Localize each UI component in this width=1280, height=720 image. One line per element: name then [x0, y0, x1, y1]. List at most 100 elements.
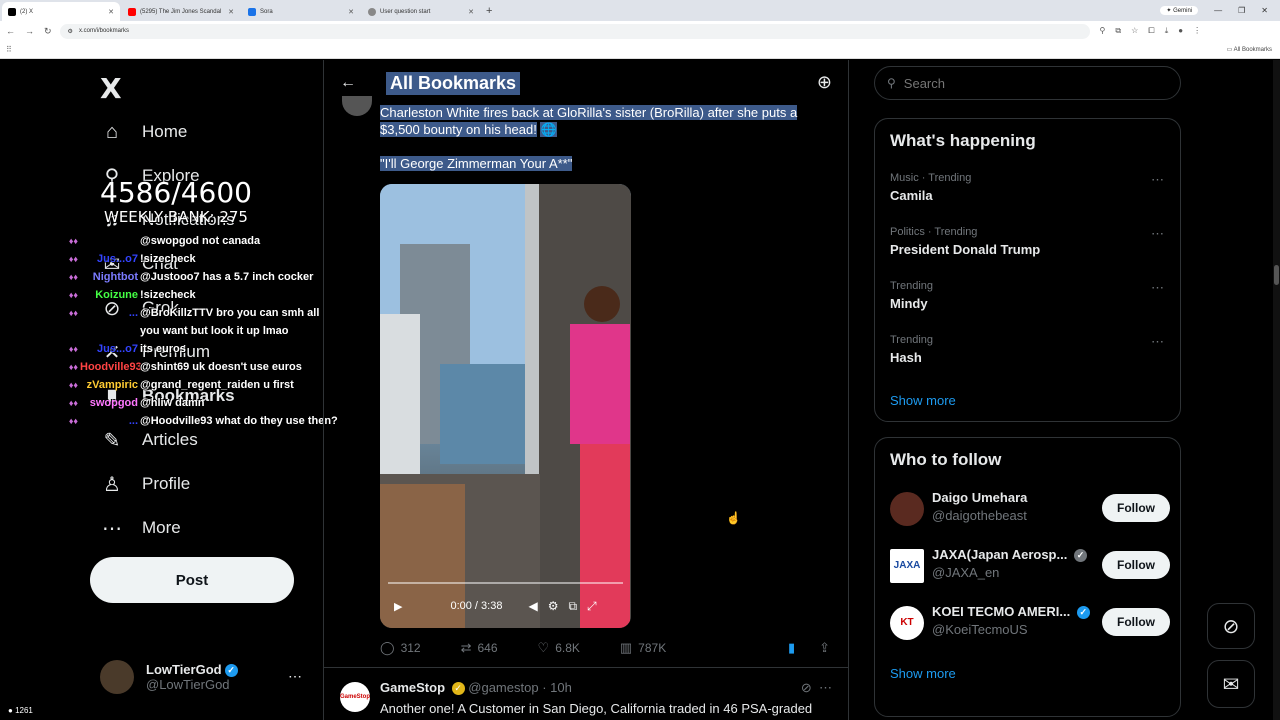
sidebar-item-articles[interactable]: ✎ Articles — [100, 428, 198, 452]
install-icon[interactable]: ⧉ — [1115, 26, 1121, 36]
more-options-icon[interactable]: ⋯ — [1151, 280, 1164, 296]
grok-icon[interactable]: ⊘ — [801, 680, 812, 695]
chat-text: @BroKillzTTV bro you can smh all you wan… — [140, 307, 320, 337]
trend-item[interactable]: Music · Trending Camila ⋯ — [890, 172, 1170, 203]
show-more-link[interactable]: Show more — [890, 666, 956, 681]
globe-emoji-icon: 🌐 — [540, 122, 557, 137]
site-info-icon[interactable]: ⚙ — [68, 28, 73, 35]
back-arrow-icon[interactable]: ← — [340, 74, 356, 92]
download-icon[interactable]: ⤓ — [1165, 26, 1169, 36]
follow-suggestion[interactable]: JAXA JAXA(Japan Aerosp... ✓ @JAXA_en Fol… — [890, 547, 1170, 587]
chat-message: ♦♦ Jus...o7 !sizecheck — [20, 250, 340, 268]
like-button[interactable]: ♡ 6.8K — [538, 640, 580, 656]
menu-icon[interactable]: ⋮ — [1193, 26, 1201, 36]
tweet-actions: ◯ 312 ⇄ 646 ♡ 6.8K ▥ 787K ▮ ⇪ — [380, 640, 836, 656]
jaxa-logo-icon: JAXA — [890, 549, 924, 583]
x-logo-icon[interactable]: X — [100, 72, 122, 105]
follow-suggestion[interactable]: Daigo Umehara @daigothebeast Follow — [890, 490, 1170, 530]
close-icon[interactable]: ✕ — [228, 8, 234, 16]
more-options-icon[interactable]: ⋯ — [1151, 226, 1164, 242]
fullscreen-icon[interactable]: ⤢ — [587, 599, 597, 614]
search-input[interactable] — [903, 75, 1154, 91]
more-icon: ⋯ — [102, 517, 122, 540]
trend-item[interactable]: Politics · Trending President Donald Tru… — [890, 226, 1170, 257]
messages-fab-icon[interactable]: ✉ — [1207, 660, 1255, 708]
zoom-icon[interactable]: ⚲ — [1100, 26, 1106, 36]
settings-icon[interactable]: ⚙ — [548, 599, 559, 613]
chat-text: @Hoodville93 what do they use then? — [140, 415, 338, 427]
verified-badge-icon: ✓ — [1076, 606, 1090, 620]
video-frame — [380, 184, 631, 628]
account-switcher[interactable]: LowTierGod ✓ @LowTierGod ⋯ — [100, 660, 302, 694]
views-button[interactable]: ▥ 787K — [620, 640, 666, 656]
follow-suggestion[interactable]: KT KOEI TECMO AMERI... ✓ @KoeiTecmoUS Fo… — [890, 604, 1170, 644]
trend-item[interactable]: Trending Hash ⋯ — [890, 334, 1170, 365]
author-name[interactable]: GameStop — [380, 680, 445, 695]
close-icon[interactable]: ✕ — [108, 8, 114, 16]
scrollbar-thumb[interactable] — [1274, 265, 1279, 285]
show-more-link[interactable]: Show more — [890, 393, 956, 408]
apps-icon[interactable]: ⠿ — [6, 45, 12, 54]
pip-icon[interactable]: ⧉ — [568, 599, 577, 614]
bookmark-button[interactable]: ▮ — [788, 640, 801, 656]
share-button[interactable]: ⇪ — [819, 640, 836, 656]
share-icon: ⇪ — [819, 640, 830, 655]
back-icon[interactable]: ← — [6, 26, 15, 37]
globe-favicon-icon — [368, 7, 376, 16]
minimize-icon[interactable]: — — [1214, 6, 1222, 15]
sidebar-item-profile[interactable]: ♙ Profile — [100, 472, 190, 496]
browser-tab-sora[interactable]: Sora ✕ — [242, 2, 360, 21]
sidebar-item-home[interactable]: ⌂ Home — [100, 120, 187, 144]
more-options-icon[interactable]: ⋯ — [819, 680, 832, 695]
star-icon[interactable]: ☆ — [1131, 26, 1138, 36]
repost-button[interactable]: ⇄ 646 — [461, 640, 498, 656]
reload-icon[interactable]: ↻ — [44, 26, 52, 37]
avatar[interactable] — [342, 96, 372, 116]
forward-icon[interactable]: → — [25, 26, 34, 37]
close-icon[interactable]: ✕ — [468, 8, 474, 16]
extensions-icon[interactable]: ⧠ — [1148, 26, 1154, 36]
follow-button[interactable]: Follow — [1102, 608, 1170, 636]
browser-tab-question[interactable]: User question start ✕ — [362, 2, 480, 21]
bookmark-add-icon[interactable]: ⊕ — [817, 72, 832, 93]
play-icon[interactable]: ▶ — [394, 600, 402, 613]
trend-item[interactable]: Trending Mindy ⋯ — [890, 280, 1170, 311]
search-box[interactable]: ⚲ — [874, 66, 1181, 100]
close-window-icon[interactable]: ✕ — [1261, 6, 1268, 15]
youtube-favicon-icon — [128, 7, 136, 16]
follow-button[interactable]: Follow — [1102, 551, 1170, 579]
trend-name: Mindy — [890, 296, 928, 311]
close-icon[interactable]: ✕ — [348, 8, 354, 16]
browser-tab-x[interactable]: (2) X ✕ — [2, 2, 120, 21]
restore-icon[interactable]: ❐ — [1238, 6, 1245, 15]
section-title: What's happening — [890, 131, 1036, 150]
bookmark-filled-icon: ▮ — [787, 640, 796, 655]
more-options-icon[interactable]: ⋯ — [1151, 172, 1164, 188]
page-header: ← All Bookmarks ⊕ — [324, 60, 848, 106]
avatar[interactable]: GameStop — [340, 682, 370, 712]
reply-button[interactable]: ◯ 312 — [380, 640, 421, 656]
browser-tab-youtube[interactable]: (5295) The Jim Jones Scandal ✕ — [122, 2, 240, 21]
new-tab-icon[interactable]: + — [486, 2, 492, 21]
gemini-button[interactable]: ✦ Gemini — [1160, 6, 1199, 15]
trend-meta: Trending — [890, 334, 934, 346]
post-button[interactable]: Post — [90, 557, 294, 603]
chat-badges-icon: ♦♦ — [68, 362, 78, 372]
volume-icon[interactable]: ◀ — [528, 599, 537, 613]
like-count: 6.8K — [555, 641, 580, 655]
address-bar[interactable]: ⚙ x.com/i/bookmarks — [59, 23, 1090, 39]
all-bookmarks-link[interactable]: ▭ All Bookmarks — [1227, 46, 1272, 53]
scrollbar[interactable] — [1273, 60, 1280, 720]
profile-avatar[interactable]: ● — [1178, 26, 1183, 36]
video-player[interactable]: ▶ 0:00 / 3:38 ◀ ⚙ ⧉ ⤢ — [380, 184, 631, 628]
chat-username: swopgod — [89, 397, 138, 409]
author-handle[interactable]: @gamestop — [468, 680, 538, 695]
account-handle: @LowTierGod — [146, 677, 230, 693]
chat-text: !sizecheck — [140, 253, 196, 265]
sidebar-item-more[interactable]: ⋯ More — [100, 516, 181, 540]
more-options-icon[interactable]: ⋯ — [288, 668, 302, 685]
more-options-icon[interactable]: ⋯ — [1151, 334, 1164, 350]
chat-username: Nightbot — [92, 271, 138, 283]
grok-fab-icon[interactable]: ⊘ — [1207, 603, 1255, 649]
follow-button[interactable]: Follow — [1102, 494, 1170, 522]
